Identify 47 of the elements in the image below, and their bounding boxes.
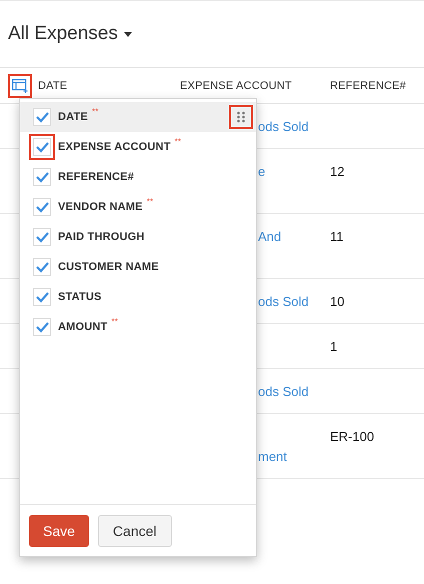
reference-cell: 12 (330, 164, 344, 179)
reference-cell: 10 (330, 294, 344, 309)
column-checkbox[interactable] (33, 108, 51, 126)
column-header[interactable]: EXPENSE ACCOUNT (180, 80, 292, 92)
column-label: VENDOR NAME (58, 201, 143, 213)
column-option[interactable]: EXPENSE ACCOUNT ** (20, 132, 256, 162)
required-mark: ** (174, 137, 182, 146)
required-mark: ** (146, 197, 154, 206)
save-button[interactable]: Save (29, 514, 89, 546)
expense-account-link[interactable]: And (258, 229, 282, 244)
column-checkbox[interactable] (33, 138, 51, 156)
expense-account-link[interactable]: ods Sold (258, 384, 309, 399)
column-label: EXPENSE ACCOUNT (58, 141, 171, 153)
column-option[interactable]: CUSTOMER NAME (20, 252, 256, 282)
column-option[interactable]: VENDOR NAME ** (20, 192, 256, 222)
expense-account-link[interactable]: e (258, 164, 266, 179)
reference-cell: ER-100 (330, 429, 374, 444)
column-label: DATE (58, 111, 88, 123)
view-title[interactable]: All Expenses (8, 23, 118, 45)
column-label: STATUS (58, 291, 102, 303)
column-option[interactable]: STATUS (20, 282, 256, 312)
column-option[interactable]: REFERENCE# (20, 162, 256, 192)
column-label: REFERENCE# (58, 171, 134, 183)
required-mark: ** (92, 107, 99, 116)
expense-account-link[interactable]: ods Sold (258, 294, 309, 309)
cancel-button[interactable]: Cancel (98, 514, 172, 546)
dropdown-caret-icon[interactable] (124, 32, 132, 36)
column-option[interactable]: AMOUNT ** (20, 312, 256, 342)
column-checkbox[interactable] (33, 318, 51, 336)
expense-account-link[interactable]: ment (258, 449, 287, 464)
reference-cell: 11 (330, 229, 344, 244)
expense-account-link[interactable]: ods Sold (258, 119, 309, 134)
column-label: PAID THROUGH (58, 231, 145, 243)
column-checkbox[interactable] (33, 228, 51, 246)
column-header[interactable]: DATE (38, 80, 68, 92)
column-option[interactable]: DATE ** (20, 102, 256, 132)
column-checkbox[interactable] (33, 168, 51, 186)
reference-cell: 1 (330, 339, 338, 354)
required-mark: ** (111, 317, 118, 326)
column-checkbox[interactable] (33, 258, 51, 276)
column-header[interactable]: REFERENCE# (330, 80, 406, 92)
column-checkbox[interactable] (33, 288, 51, 306)
column-checkbox[interactable] (33, 198, 51, 216)
column-label: CUSTOMER NAME (58, 261, 159, 273)
column-option[interactable]: PAID THROUGH (20, 222, 256, 252)
column-settings-icon[interactable] (12, 78, 28, 94)
column-label: AMOUNT (58, 321, 108, 333)
